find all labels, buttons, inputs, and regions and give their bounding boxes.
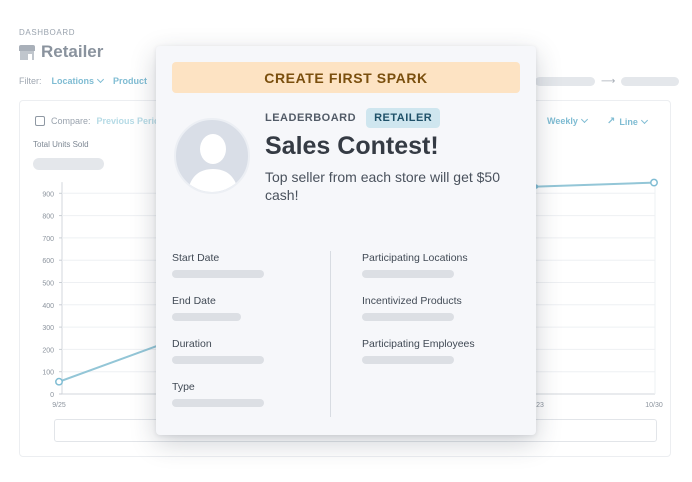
y-tick-label: 100 — [42, 370, 54, 377]
retailer-badge: RETAILER — [366, 108, 441, 128]
x-tick-label: 9/25 — [52, 402, 66, 409]
x-tick-label: 23 — [536, 402, 544, 409]
participating-locations-label: Participating Locations — [362, 252, 468, 264]
leaderboard-tag: LEADERBOARD — [265, 112, 357, 124]
create-first-spark-button[interactable]: CREATE FIRST SPARK — [172, 62, 520, 93]
incentivized-products-placeholder — [362, 313, 454, 321]
column-divider — [330, 251, 331, 417]
x-tick-label: 10/30 — [645, 402, 663, 409]
duration-placeholder — [172, 356, 264, 364]
start-date-placeholder — [172, 270, 264, 278]
duration-field: Duration — [172, 338, 267, 364]
y-tick-label: 500 — [42, 281, 54, 288]
type-field: Type — [172, 381, 267, 407]
y-tick-label: 800 — [42, 214, 54, 221]
y-tick-label: 300 — [42, 325, 54, 332]
end-date-label: End Date — [172, 295, 216, 307]
type-placeholder — [172, 399, 264, 407]
spark-modal: CREATE FIRST SPARK LEADERBOARD RETAILER … — [156, 46, 536, 435]
data-point — [650, 178, 658, 187]
y-tick-label: 700 — [42, 236, 54, 243]
participating-employees-label: Participating Employees — [362, 338, 475, 350]
end-date-placeholder — [172, 313, 241, 321]
y-tick-label: 0 — [50, 392, 54, 399]
y-tick-label: 400 — [42, 303, 54, 310]
incentivized-products-field: Incentivized Products — [362, 295, 522, 321]
contest-tags: LEADERBOARD RETAILER — [265, 108, 441, 128]
end-date-field: End Date — [172, 295, 267, 321]
y-tick-label: 600 — [42, 258, 54, 265]
duration-label: Duration — [172, 338, 212, 350]
participating-employees-field: Participating Employees — [362, 338, 522, 364]
participating-employees-placeholder — [362, 356, 454, 364]
participating-locations-placeholder — [362, 270, 454, 278]
type-label: Type — [172, 381, 195, 393]
start-date-label: Start Date — [172, 252, 220, 264]
avatar-placeholder-icon — [174, 118, 250, 194]
contest-title: Sales Contest! — [265, 132, 439, 160]
y-tick-label: 200 — [42, 347, 54, 354]
incentivized-products-label: Incentivized Products — [362, 295, 462, 307]
participating-locations-field: Participating Locations — [362, 252, 522, 278]
y-axis: 900 800 700 600 500 400 300 200 100 0 — [42, 182, 63, 399]
start-date-field: Start Date — [172, 252, 267, 278]
y-tick-label: 900 — [42, 191, 54, 198]
data-point — [55, 377, 63, 386]
contest-description: Top seller from each store will get $50 … — [265, 169, 500, 203]
